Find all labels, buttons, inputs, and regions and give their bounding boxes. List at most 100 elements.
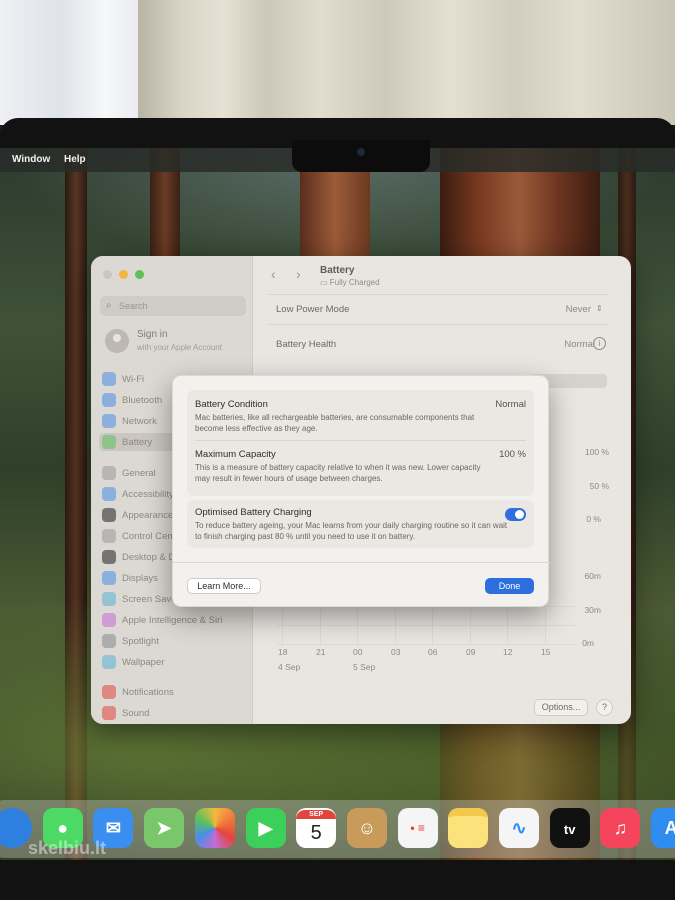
back-arrow-icon[interactable]: ‹ bbox=[271, 266, 276, 282]
sidebar-item-label: General bbox=[122, 468, 156, 479]
learn-more-button[interactable]: Learn More... bbox=[187, 578, 261, 594]
y-tick-label: 0m bbox=[582, 638, 594, 648]
calendar-icon[interactable]: SEP 5 bbox=[296, 808, 337, 848]
minimize-window-button[interactable] bbox=[119, 270, 128, 279]
low-power-mode-select[interactable]: Never bbox=[566, 304, 591, 315]
x-date-label: 5 Sep bbox=[353, 662, 376, 672]
y-tick-label: 30m bbox=[584, 605, 601, 615]
grid-line bbox=[357, 601, 358, 646]
menu-window[interactable]: Window bbox=[12, 154, 50, 165]
sidebar-item-label: Battery bbox=[122, 437, 153, 448]
sidebar-item-wallpaper[interactable]: Wallpaper bbox=[99, 653, 247, 671]
optimised-charging-title: Optimised Battery Charging bbox=[195, 507, 312, 518]
signin-title[interactable]: Sign in bbox=[137, 329, 168, 340]
photo: Window Help ⌕ Search Sign in with your A… bbox=[0, 0, 675, 900]
facetime-icon[interactable]: ▶ bbox=[245, 808, 286, 848]
forward-arrow-icon[interactable]: › bbox=[296, 266, 301, 282]
display-icon bbox=[102, 571, 116, 585]
x-tick-label: 15 bbox=[541, 647, 551, 657]
calendar-month: SEP bbox=[296, 810, 337, 819]
avatar[interactable] bbox=[105, 329, 129, 353]
sidebar-item-label: Sound bbox=[122, 708, 150, 719]
grid-line bbox=[276, 644, 576, 645]
divider bbox=[269, 324, 609, 325]
sidebar-item-spotlight[interactable]: Spotlight bbox=[99, 632, 247, 650]
options-button[interactable]: Options... bbox=[534, 699, 588, 716]
calendar-day: 5 bbox=[310, 822, 322, 844]
sidebar-item-label: Displays bbox=[122, 573, 158, 584]
accessibility-icon bbox=[102, 487, 116, 501]
search-input[interactable]: ⌕ Search bbox=[100, 296, 246, 316]
sidebar-item-label: Appearance bbox=[122, 510, 174, 521]
bluetooth-icon bbox=[102, 393, 116, 407]
close-window-button[interactable] bbox=[103, 270, 112, 279]
freeform-icon[interactable]: ∿ bbox=[499, 808, 539, 848]
wallpaper-icon bbox=[102, 655, 116, 669]
done-button[interactable]: Done bbox=[485, 578, 534, 594]
sidebar-item-label: Apple Intelligence & Siri bbox=[122, 615, 223, 626]
sidebar-item-apple-intelligence-siri[interactable]: Apple Intelligence & Siri bbox=[99, 611, 247, 629]
zoom-window-button[interactable] bbox=[135, 270, 144, 279]
help-button[interactable]: ? bbox=[596, 699, 613, 716]
sidebar-item-label: Accessibility bbox=[122, 489, 174, 500]
contacts-icon[interactable]: ☺ bbox=[346, 808, 387, 848]
screen-saver-icon bbox=[102, 592, 116, 606]
sidebar-item-label: Network bbox=[122, 416, 157, 427]
apple-tv-icon[interactable]: tv bbox=[549, 808, 590, 848]
x-date-label: 4 Sep bbox=[278, 662, 301, 672]
y-tick-label: 50 % bbox=[589, 481, 609, 491]
grid-line bbox=[276, 625, 576, 626]
search-placeholder: Search bbox=[119, 301, 148, 311]
info-icon[interactable]: i bbox=[593, 337, 606, 350]
battery-health-sheet: Battery Condition Normal Mac batteries, … bbox=[172, 375, 550, 607]
notes-icon[interactable] bbox=[448, 808, 489, 848]
camera-notch bbox=[292, 140, 430, 172]
menu-help[interactable]: Help bbox=[64, 154, 86, 165]
battery-info-card: Battery Condition Normal Mac batteries, … bbox=[187, 390, 534, 496]
sidebar-item-label: Bluetooth bbox=[122, 395, 163, 406]
spotlight-icon bbox=[102, 634, 116, 648]
dock-icon bbox=[102, 550, 116, 564]
camera-icon bbox=[357, 148, 365, 156]
sidebar-item-label: Wallpaper bbox=[122, 657, 165, 668]
y-tick-label: 60m bbox=[584, 571, 601, 581]
divider bbox=[269, 294, 609, 295]
x-tick-label: 12 bbox=[503, 647, 513, 657]
sidebar-item-sound[interactable]: Sound bbox=[99, 704, 247, 722]
photos-icon[interactable] bbox=[194, 808, 235, 848]
control-centre-icon bbox=[102, 529, 116, 543]
reminders-icon[interactable]: • ≡ bbox=[397, 808, 438, 848]
chevron-updown-icon: ⇕ bbox=[596, 304, 603, 313]
maximum-capacity-value: 100 % bbox=[499, 449, 526, 460]
sidebar-item-label: Spotlight bbox=[122, 636, 159, 647]
x-tick-label: 09 bbox=[466, 647, 476, 657]
maximum-capacity-description: This is a measure of battery capacity re… bbox=[195, 463, 481, 483]
globe-icon bbox=[102, 414, 116, 428]
x-tick-label: 06 bbox=[428, 647, 438, 657]
x-tick-label: 18 bbox=[278, 647, 288, 657]
signin-subtitle: with your Apple Account bbox=[137, 343, 222, 352]
sidebar-item-label: Screen Saver bbox=[122, 594, 180, 605]
siri-icon bbox=[102, 613, 116, 627]
divider bbox=[173, 562, 550, 563]
battery-condition-value: Normal bbox=[495, 399, 526, 410]
sidebar-item-label: Wi-Fi bbox=[122, 374, 145, 385]
x-tick-label: 21 bbox=[316, 647, 326, 657]
maps-icon[interactable]: ➤ bbox=[144, 808, 185, 848]
grid-line bbox=[545, 601, 546, 646]
x-tick-label: 00 bbox=[353, 647, 363, 657]
app-store-icon[interactable]: A bbox=[651, 808, 675, 848]
x-tick-label: 03 bbox=[391, 647, 401, 657]
battery-small-icon: ▭ bbox=[320, 278, 330, 287]
battery-condition-description: Mac batteries, like all rechargeable bat… bbox=[195, 413, 475, 433]
sidebar-item-notifications[interactable]: Notifications bbox=[99, 683, 247, 701]
watermark: skelbiu.lt bbox=[28, 838, 107, 858]
bell-icon bbox=[102, 685, 116, 699]
battery-health-value: Normal bbox=[564, 339, 595, 350]
grid-line bbox=[395, 601, 396, 646]
grid-line bbox=[282, 601, 283, 646]
apple-tv-label: tv bbox=[563, 822, 576, 837]
divider bbox=[195, 440, 526, 441]
grid-line bbox=[470, 601, 471, 646]
music-icon[interactable]: ♫ bbox=[600, 808, 641, 848]
